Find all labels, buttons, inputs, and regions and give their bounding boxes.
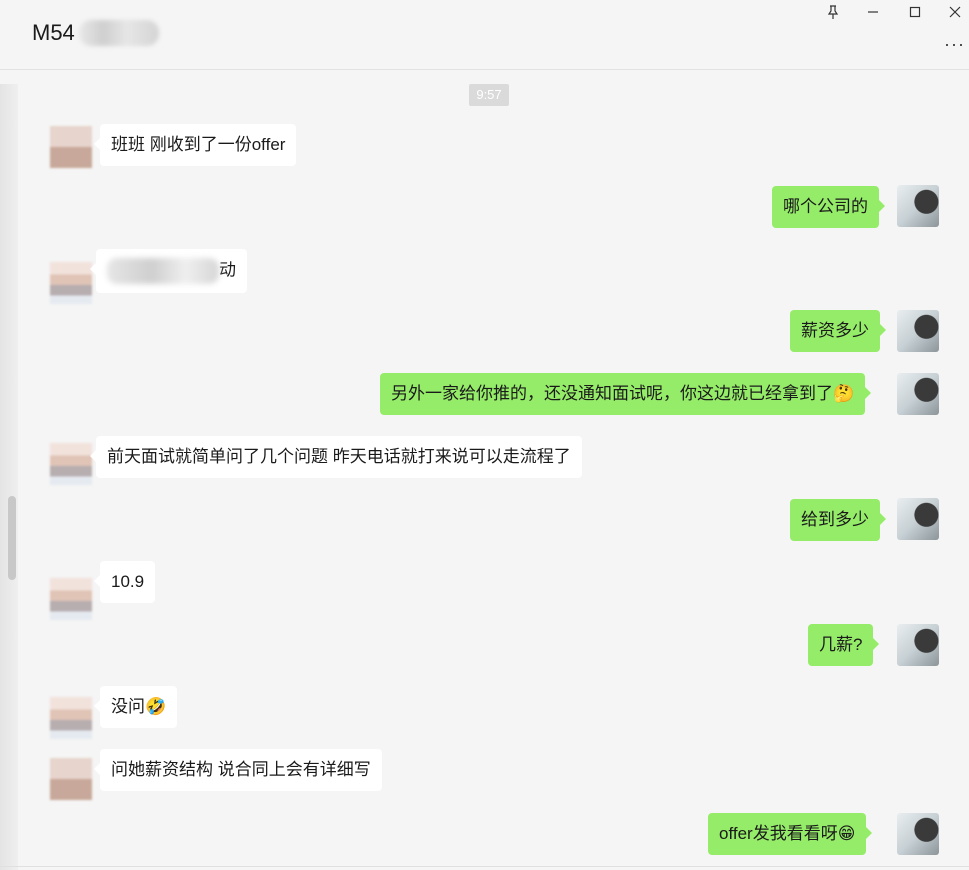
message-text: 薪资多少 — [801, 321, 869, 340]
laughing-emoji-icon: 🤣 — [145, 697, 167, 716]
more-options-button[interactable]: ··· — [944, 34, 965, 55]
self-avatar[interactable] — [897, 624, 939, 666]
message-text: offer发我看看呀 — [719, 824, 838, 843]
chat-title: M54 — [32, 20, 159, 46]
self-avatar[interactable] — [897, 310, 939, 352]
message-text: 问她薪资结构 说合同上会有详细写 — [111, 760, 371, 779]
contact-avatar[interactable] — [50, 697, 92, 739]
message-bubble[interactable]: 10.9 — [93, 561, 156, 603]
divider — [0, 866, 969, 867]
message-bubble[interactable]: 哪个公司的 — [772, 186, 885, 228]
message-bubble[interactable]: offer发我看看呀😁 — [708, 813, 873, 855]
self-avatar[interactable] — [897, 498, 939, 540]
chat-header: M54 ··· — [0, 0, 969, 70]
minimize-icon — [868, 11, 878, 13]
left-edge — [0, 84, 18, 870]
contact-avatar[interactable] — [50, 262, 92, 304]
message-bubble[interactable]: 给到多少 — [790, 499, 886, 541]
message-bubble[interactable]: 问她薪资结构 说合同上会有详细写 — [94, 749, 382, 791]
message-bubble[interactable]: 几薪? — [808, 624, 880, 666]
contact-avatar[interactable] — [50, 443, 92, 485]
contact-avatar[interactable] — [50, 578, 92, 620]
maximize-button[interactable] — [900, 2, 930, 22]
message-text: 几薪? — [819, 635, 863, 654]
self-avatar[interactable] — [897, 373, 939, 415]
message-bubble[interactable]: 薪资多少 — [790, 310, 886, 352]
message-text: 班班 刚收到了一份offer — [111, 135, 286, 154]
message-bubble[interactable]: 班班 刚收到了一份offer — [93, 124, 297, 166]
message-text: 给到多少 — [801, 510, 869, 529]
minimize-button[interactable] — [858, 2, 888, 22]
message-bubble[interactable]: 另外一家给你推的，还没通知面试呢，你这边就已经拿到了🤔 — [380, 373, 872, 415]
contact-avatar[interactable] — [50, 126, 92, 168]
message-bubble[interactable]: 没问🤣 — [93, 686, 178, 728]
thinking-emoji-icon: 🤔 — [833, 384, 855, 403]
contact-name: M54 — [32, 20, 75, 45]
pin-button[interactable] — [818, 2, 848, 22]
message-bubble[interactable]: 动 — [90, 249, 247, 293]
self-avatar[interactable] — [897, 813, 939, 855]
message-text: 哪个公司的 — [783, 197, 868, 216]
self-avatar[interactable] — [897, 185, 939, 227]
close-icon — [949, 6, 961, 18]
close-button[interactable] — [940, 2, 969, 22]
message-bubble[interactable]: 前天面试就简单问了几个问题 昨天电话就打来说可以走流程了 — [90, 436, 582, 478]
maximize-icon — [909, 6, 921, 18]
redacted-name — [78, 20, 159, 46]
message-text: 10.9 — [111, 572, 145, 591]
pin-icon — [827, 5, 839, 19]
message-text: 没问 — [111, 697, 145, 716]
message-text: 另外一家给你推的，还没通知面试呢，你这边就已经拿到了 — [391, 384, 833, 403]
contact-avatar[interactable] — [50, 758, 92, 800]
grinning-emoji-icon: 😁 — [837, 824, 856, 843]
redacted-text — [107, 258, 219, 284]
scrollbar-thumb[interactable] — [8, 496, 16, 580]
message-text: 动 — [219, 260, 236, 280]
message-text: 前天面试就简单问了几个问题 昨天电话就打来说可以走流程了 — [107, 447, 571, 466]
message-timestamp: 9:57 — [469, 84, 509, 106]
